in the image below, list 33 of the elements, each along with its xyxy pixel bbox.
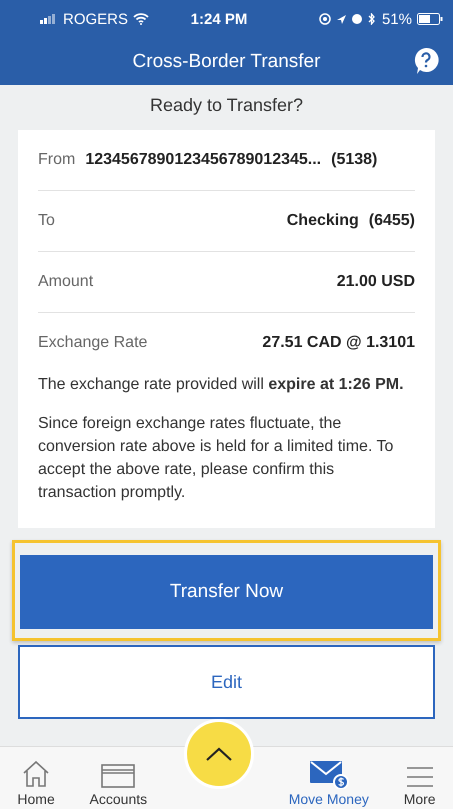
signal-icon [40, 14, 58, 24]
help-icon[interactable] [413, 47, 439, 75]
edit-button[interactable]: Edit [18, 645, 435, 719]
battery-percent: 51% [382, 10, 412, 28]
caret-up-icon [206, 747, 232, 761]
account-number: (6455) [368, 212, 415, 230]
detail-label: To [38, 212, 55, 230]
account-name: 1234567890123456789012345... [85, 151, 322, 169]
detail-label: From [38, 151, 76, 169]
detail-label: Amount [38, 273, 94, 291]
tab-item[interactable]: Move Money [284, 759, 373, 807]
wifi-icon [133, 13, 150, 25]
menu-icon [406, 765, 434, 789]
account-name: Checking [286, 212, 359, 230]
tab-item[interactable]: More [400, 765, 440, 807]
detail-value: 21.00 USD [336, 273, 415, 291]
card-icon [101, 763, 136, 789]
detail-value: 27.51 CAD @ 1.3101 [262, 334, 415, 352]
account-number: (5138) [331, 151, 378, 169]
transfer-now-button[interactable]: Transfer Now [20, 555, 433, 629]
note-text: The exchange rate provided will expire at 1:26 PM. [38, 375, 405, 395]
carrier-name: ROGERS [63, 10, 128, 28]
mail-money-icon [308, 759, 349, 789]
note-text: Since foreign exchange rates fluctuate, the conversion rate above is held for a limited time. To accept the above rate, please confirm this transaction promptly. [38, 414, 394, 503]
screen-title: Cross-Border Transfer [132, 50, 320, 72]
tab-item[interactable]: Accounts [86, 763, 152, 807]
status-icons-drawing [318, 13, 377, 25]
detail-label: Exchange Rate [38, 334, 148, 352]
home-icon [21, 759, 52, 789]
subtitle: Ready to Transfer? [148, 94, 304, 117]
tab-item[interactable]: Home [13, 759, 59, 807]
status-time: 1:24 PM [190, 10, 248, 28]
battery-icon [417, 13, 443, 25]
